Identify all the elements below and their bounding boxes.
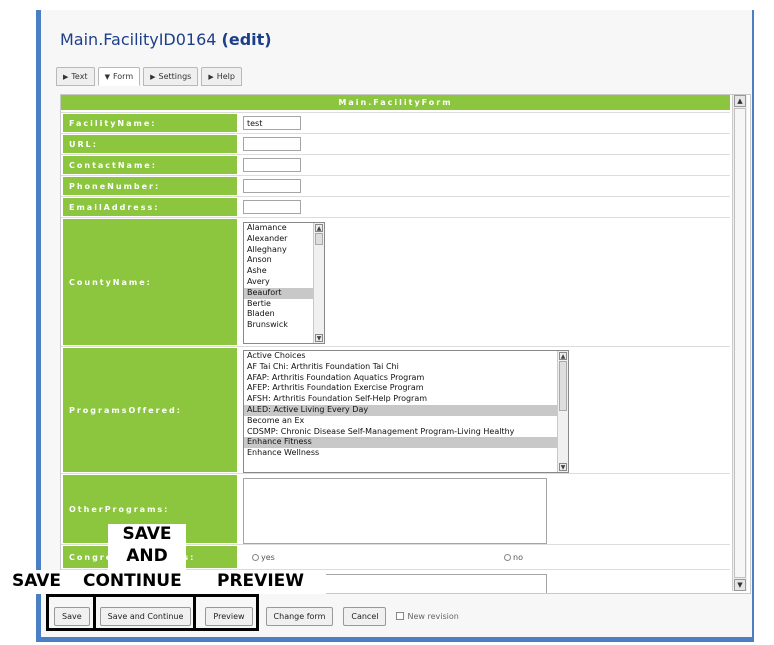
list-option[interactable]: Alleghany [244, 245, 324, 256]
list-option[interactable]: AFAP: Arthritis Foundation Aquatics Prog… [244, 373, 568, 384]
congregate-no-radio[interactable]: no [504, 553, 523, 562]
radio-icon [504, 554, 511, 561]
field-label-start: Congre [69, 552, 114, 562]
scroll-thumb[interactable] [559, 361, 567, 411]
new-revision-checkbox[interactable]: New revision [396, 611, 459, 621]
annotation-preview: PREVIEW [217, 571, 305, 591]
contact-name-input[interactable] [243, 158, 301, 172]
radio-label: yes [261, 553, 275, 562]
highlight-save-continue [93, 594, 196, 631]
field-label: PhoneNumber: [63, 177, 237, 195]
url-input[interactable] [243, 137, 301, 151]
radio-icon [252, 554, 259, 561]
highlight-preview [193, 594, 259, 631]
list-option[interactable]: Brunswick [244, 320, 324, 331]
list-option[interactable]: Beaufort [244, 287, 324, 299]
list-option[interactable]: Anson [244, 255, 324, 266]
list-option[interactable]: CDSMP: Chronic Disease Self-Management P… [244, 427, 568, 438]
program-options: Active Choices AF Tai Chi: Arthritis Foun… [244, 351, 568, 459]
form-row-contact-name: ContactName: [61, 154, 730, 175]
list-option[interactable]: Active Choices [244, 351, 568, 362]
county-name-listbox[interactable]: Alamance Alexander Alleghany Anson Ashe Avery… [243, 222, 325, 344]
list-option[interactable]: AFEP: Arthritis Foundation Exercise Prog… [244, 383, 568, 394]
form-row-programs-offered: ProgramsOffered: Active Choices AF Tai Ch… [61, 346, 730, 473]
facility-name-input[interactable]: test [243, 116, 301, 130]
triangle-down-icon: ▼ [104, 73, 110, 81]
annotation-save-and-line2: AND [126, 546, 168, 566]
email-address-input[interactable] [243, 200, 301, 214]
field-label: EmailAddress: [63, 198, 237, 216]
tab-form[interactable]: ▼ Form [97, 67, 141, 86]
page-title-name: Main.FacilityID0164 [60, 30, 217, 49]
scroll-thumb[interactable] [734, 108, 746, 578]
list-option[interactable]: Alamance [244, 223, 324, 234]
scroll-down-icon[interactable]: ▼ [734, 579, 746, 591]
annotation-continue: CONTINUE [83, 571, 182, 591]
form-panel: Main.FacilityForm FacilityName: test URL… [60, 94, 751, 594]
list-option[interactable]: AF Tai Chi: Arthritis Foundation Tai Chi [244, 362, 568, 373]
tab-text[interactable]: ▶ Text [56, 67, 95, 86]
county-options: Alamance Alexander Alleghany Anson Ashe Avery… [244, 223, 324, 331]
form-row-email-address: EmailAddress: [61, 196, 730, 217]
form-header: Main.FacilityForm [61, 95, 730, 110]
programs-offered-listbox[interactable]: Active Choices AF Tai Chi: Arthritis Foun… [243, 350, 569, 473]
form-row-county-name: CountyName: Alamance Alexander Alleghany An… [61, 217, 730, 346]
new-revision-label: New revision [407, 611, 459, 621]
tab-help[interactable]: ▶ Help [201, 67, 242, 86]
triangle-right-icon: ▶ [150, 73, 156, 81]
listbox-scrollbar[interactable]: ▲ ▼ [313, 223, 324, 343]
checkbox-icon [396, 612, 405, 620]
field-label: ProgramsOffered: [63, 348, 237, 472]
phone-number-input[interactable] [243, 179, 301, 193]
scroll-up-icon[interactable]: ▲ [734, 95, 746, 107]
field-label: CountyName: [63, 219, 237, 345]
field-label: ContactName: [63, 156, 237, 174]
list-option[interactable]: Ashe [244, 266, 324, 277]
scroll-up-icon[interactable]: ▲ [315, 224, 323, 232]
other-programs-textarea[interactable] [243, 478, 547, 544]
cancel-button[interactable]: Cancel [343, 606, 387, 626]
tab-text-label: Text [71, 72, 88, 81]
field-label: FacilityName: [63, 114, 237, 132]
form-row-url: URL: [61, 133, 730, 154]
page-title: Main.FacilityID0164 (edit) [60, 30, 272, 49]
list-option[interactable]: Bertie [244, 299, 324, 310]
highlight-save [46, 594, 96, 631]
scroll-down-icon[interactable]: ▼ [315, 334, 323, 342]
list-option[interactable]: Enhance Fitness [244, 437, 568, 449]
change-form-button[interactable]: Change form [265, 606, 334, 626]
form-row-facility-name: FacilityName: test [61, 112, 730, 133]
form-scrollbar[interactable]: ▲ ▼ [732, 95, 747, 591]
list-option[interactable]: Avery [244, 277, 324, 288]
radio-label: no [513, 553, 523, 562]
form-row-phone-number: PhoneNumber: [61, 175, 730, 196]
scroll-down-icon[interactable]: ▼ [559, 463, 567, 471]
page-title-mode: (edit) [221, 30, 272, 49]
tab-settings-label: Settings [158, 72, 192, 81]
scroll-thumb[interactable] [315, 233, 323, 245]
list-option[interactable]: Become an Ex [244, 416, 568, 427]
tab-settings[interactable]: ▶ Settings [143, 67, 199, 86]
field-label: URL: [63, 135, 237, 153]
list-option[interactable]: Enhance Wellness [244, 448, 568, 459]
triangle-right-icon: ▶ [208, 73, 214, 81]
annotation-save-and-line1: SAVE [122, 524, 172, 544]
list-option[interactable]: Bladen [244, 309, 324, 320]
tab-form-label: Form [112, 72, 134, 81]
tab-help-label: Help [216, 72, 235, 81]
list-option[interactable]: Alexander [244, 234, 324, 245]
tab-bar: ▶ Text ▼ Form ▶ Settings ▶ Help [56, 67, 242, 86]
scroll-up-icon[interactable]: ▲ [559, 352, 567, 360]
congregate-yes-radio[interactable]: yes [252, 553, 275, 562]
annotation-save: SAVE [12, 571, 62, 591]
list-option[interactable]: ALED: Active Living Every Day [244, 404, 568, 416]
triangle-right-icon: ▶ [63, 73, 69, 81]
listbox-scrollbar[interactable]: ▲ ▼ [557, 351, 568, 472]
list-option[interactable]: AFSH: Arthritis Foundation Self-Help Pro… [244, 394, 568, 405]
